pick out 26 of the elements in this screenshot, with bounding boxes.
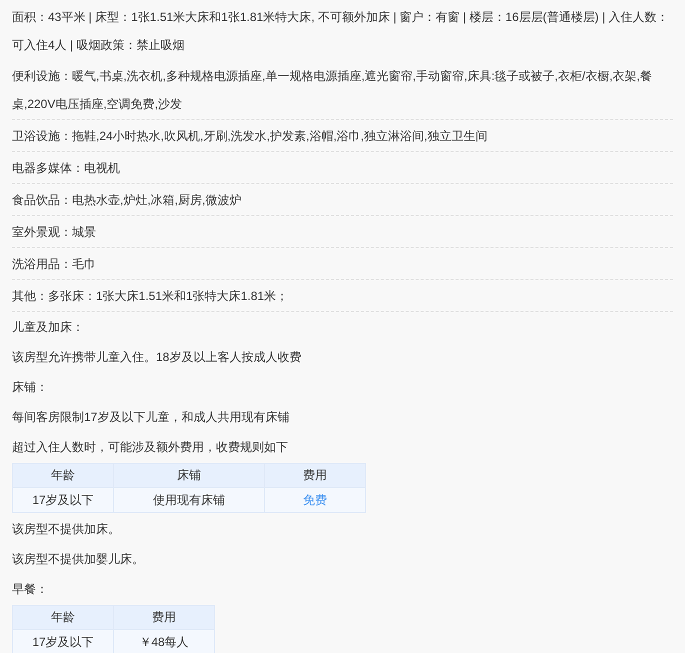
- column-header: 年龄: [12, 464, 114, 488]
- policy-text: 该房型允许携带儿童入住。18岁及以上客人按成人收费: [12, 349, 302, 366]
- table-cell: 17岁及以下: [12, 488, 114, 512]
- policy-text: 该房型不提供加床。: [12, 521, 121, 538]
- policy-text: 每间客房限制17岁及以下儿童，和成人共用现有床铺: [12, 409, 290, 426]
- info-text: 面积：43平米 | 床型：1张1.51米大床和1张1.81米特大床, 不可额外加床 | 窗户：有窗 | 楼层：16层层(普通楼层) | 入住人数：可入住4人 | 吸烟政策：禁止吸烟: [12, 9, 670, 54]
- table-cell: 使用现有床铺: [114, 488, 264, 512]
- policy-text: 儿童及加床：: [12, 319, 85, 336]
- table-cell: ￥48每人: [114, 630, 214, 653]
- info-text: 电器多媒体：电视机: [12, 152, 673, 184]
- info-text: 便利设施：暖气,书桌,洗衣机,多种规格电源插座,单一规格电源插座,遮光窗帘,手动窗帘,床具:毯子或被子,衣柜/衣橱,衣架,餐桌,220V电压插座,空调免费,沙发: [12, 60, 673, 120]
- info-text: 其他：多张床：1张大床1.51米和1张特大床1.81米；: [12, 280, 673, 312]
- column-header: 床铺: [114, 464, 264, 488]
- column-header: 费用: [264, 464, 366, 488]
- info-text: 食品饮品：电热水壶,炉灶,冰箱,厨房,微波炉: [12, 184, 673, 216]
- policy-text: 早餐：: [12, 581, 49, 598]
- column-header: 费用: [114, 606, 214, 630]
- table-cell: 免费: [264, 488, 366, 512]
- policy-text: 超过入住人数时，可能涉及额外费用，收费规则如下: [12, 439, 289, 456]
- policy-text: 该房型不提供加婴儿床。: [12, 551, 145, 568]
- info-text: 卫浴设施：拖鞋,24小时热水,吹风机,牙刷,洗发水,护发素,浴帽,浴巾,独立淋浴间,独立卫生间: [12, 120, 673, 152]
- table-cell: 17岁及以下: [12, 630, 114, 653]
- info-text: 洗浴用品：毛巾: [12, 248, 673, 280]
- policy-text: 床铺：: [12, 379, 49, 396]
- info-text: 室外景观：城景: [12, 216, 673, 248]
- column-header: 年龄: [12, 606, 114, 630]
